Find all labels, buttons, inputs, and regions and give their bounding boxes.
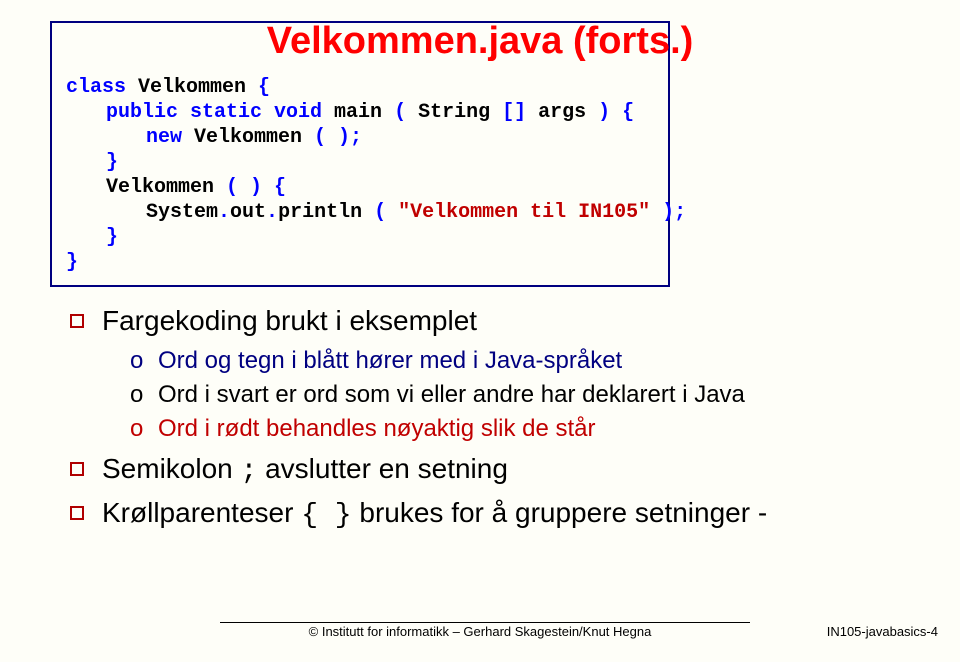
bullet-box-icon bbox=[70, 314, 84, 328]
slide-footer: © Institutt for informatikk – Gerhard Sk… bbox=[0, 622, 960, 644]
code-line-4: } bbox=[66, 150, 654, 175]
code-line-3: new Velkommen ( ); bbox=[66, 125, 654, 150]
code-line-5: Velkommen ( ) { bbox=[66, 175, 654, 200]
bullet-1: Fargekoding brukt i eksemplet bbox=[70, 305, 890, 337]
bullet-1-sub-3: oOrd i rødt behandles nøyaktig slik de s… bbox=[130, 415, 890, 443]
slide: Velkommen.java (forts.) class Velkommen … bbox=[0, 0, 960, 662]
code-line-6: System.out.println ( "Velkommen til IN10… bbox=[66, 200, 654, 225]
bullet-1-sub-1: oOrd og tegn i blått hører med i Java-sp… bbox=[130, 347, 890, 375]
code-line-2: public static void main ( String [] args… bbox=[66, 100, 654, 125]
footer-rule bbox=[220, 622, 750, 623]
slide-title: Velkommen.java (forts.) bbox=[70, 20, 890, 63]
bullet-box-icon bbox=[70, 462, 84, 476]
bullet-2: Semikolon ; avslutter en setning bbox=[70, 453, 890, 487]
bullet-1-sub-2: oOrd i svart er ord som vi eller andre h… bbox=[130, 381, 890, 409]
bullet-list: Fargekoding brukt i eksemplet oOrd og te… bbox=[70, 305, 890, 531]
code-line-7: } bbox=[66, 225, 654, 250]
code-line-8: } bbox=[66, 250, 654, 275]
code-line-1: class Velkommen { bbox=[66, 75, 654, 100]
footer-pagecode: IN105-javabasics-4 bbox=[827, 624, 938, 639]
bullet-box-icon bbox=[70, 506, 84, 520]
bullet-3: Krøllparenteser { } brukes for å grupper… bbox=[70, 497, 890, 531]
footer-credit: © Institutt for informatikk – Gerhard Sk… bbox=[0, 624, 960, 639]
